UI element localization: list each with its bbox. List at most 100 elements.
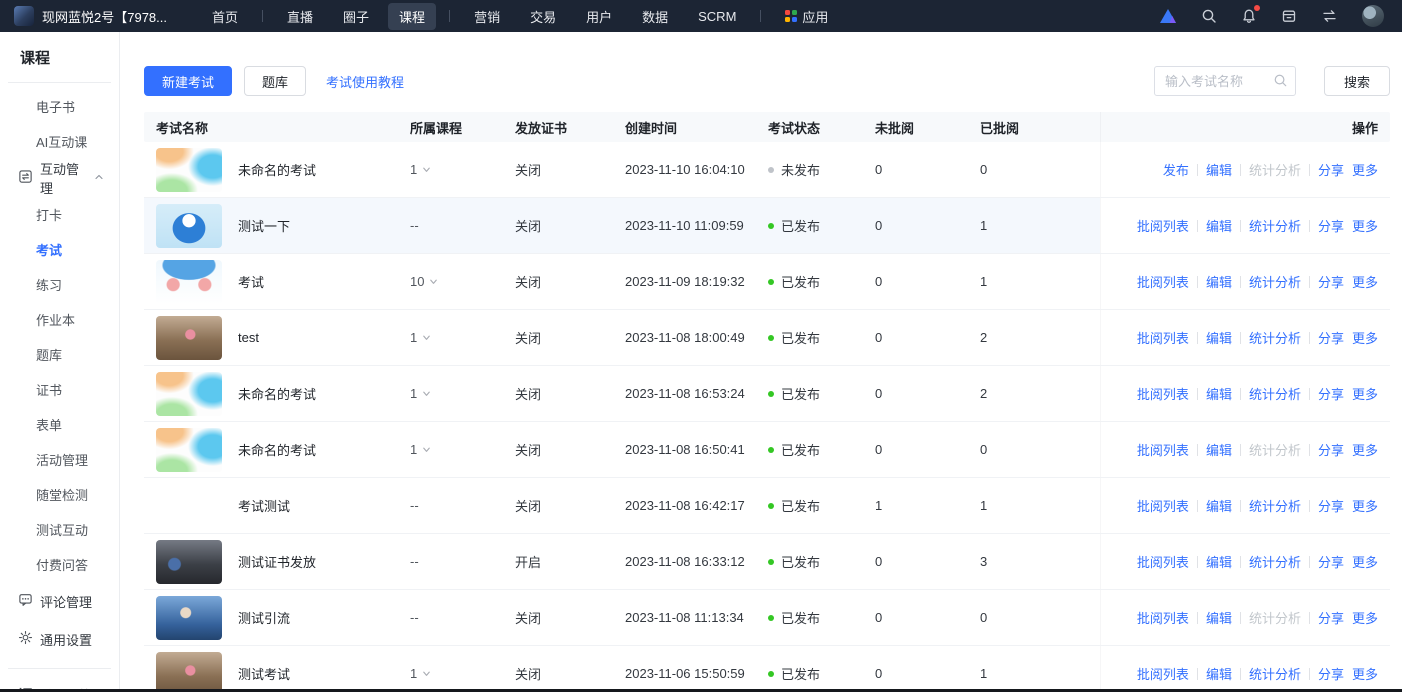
nav-item-3[interactable]: 圈子 (332, 3, 380, 30)
action-more[interactable]: 更多 (1352, 496, 1378, 515)
nav-item-12[interactable]: 应用 (774, 3, 839, 30)
nav-item-6[interactable]: 营销 (463, 3, 511, 30)
nav-item-10[interactable]: SCRM (687, 5, 747, 28)
new-exam-button[interactable]: 新建考试 (144, 66, 232, 96)
column-header-0: 考试名称 (156, 118, 410, 137)
action-review-list[interactable]: 批阅列表 (1137, 216, 1189, 235)
action-more[interactable]: 更多 (1352, 608, 1378, 627)
action-share[interactable]: 分享 (1318, 664, 1344, 683)
sidebar-group-14[interactable]: 评论管理 (0, 582, 119, 620)
action-separator (1197, 500, 1198, 512)
workbench-icon[interactable] (1281, 8, 1297, 24)
action-share[interactable]: 分享 (1318, 160, 1344, 179)
action-review-list[interactable]: 批阅列表 (1137, 384, 1189, 403)
action-more[interactable]: 更多 (1352, 384, 1378, 403)
course-count-dropdown[interactable]: 1 (410, 162, 515, 177)
action-publish[interactable]: 发布 (1163, 160, 1189, 179)
status-dot-icon (768, 391, 774, 397)
question-bank-button[interactable]: 题库 (244, 66, 306, 96)
sidebar-item-3[interactable]: 打卡 (0, 197, 119, 232)
action-edit[interactable]: 编辑 (1206, 160, 1232, 179)
action-stats-analysis[interactable]: 统计分析 (1249, 328, 1301, 347)
action-more[interactable]: 更多 (1352, 160, 1378, 179)
app-logo[interactable] (14, 6, 34, 26)
sidebar-item-9[interactable]: 表单 (0, 407, 119, 442)
nav-item-2[interactable]: 直播 (276, 3, 324, 30)
action-review-list[interactable]: 批阅列表 (1137, 664, 1189, 683)
sidebar-item-10[interactable]: 活动管理 (0, 442, 119, 477)
action-stats-analysis[interactable]: 统计分析 (1249, 552, 1301, 571)
action-review-list[interactable]: 批阅列表 (1137, 440, 1189, 459)
action-edit[interactable]: 编辑 (1206, 384, 1232, 403)
action-stats-analysis[interactable]: 统计分析 (1249, 216, 1301, 235)
sidebar-group-15[interactable]: 通用设置 (0, 620, 119, 658)
action-share[interactable]: 分享 (1318, 496, 1344, 515)
action-review-list[interactable]: 批阅列表 (1137, 496, 1189, 515)
nav-item-8[interactable]: 用户 (575, 3, 623, 30)
sidebar-item-11[interactable]: 随堂检测 (0, 477, 119, 512)
action-share[interactable]: 分享 (1318, 216, 1344, 235)
action-more[interactable]: 更多 (1352, 440, 1378, 459)
sidebar-item-1[interactable]: AI互动课 (0, 124, 119, 159)
sidebar-item-0[interactable]: 电子书 (0, 89, 119, 124)
sidebar-item-6[interactable]: 作业本 (0, 302, 119, 337)
action-edit[interactable]: 编辑 (1206, 272, 1232, 291)
action-share[interactable]: 分享 (1318, 440, 1344, 459)
brand-triangle-icon[interactable] (1159, 8, 1177, 24)
action-more[interactable]: 更多 (1352, 272, 1378, 291)
action-stats-analysis[interactable]: 统计分析 (1249, 496, 1301, 515)
action-edit[interactable]: 编辑 (1206, 664, 1232, 683)
search-button[interactable]: 搜索 (1324, 66, 1390, 96)
action-edit[interactable]: 编辑 (1206, 328, 1232, 347)
action-stats-analysis[interactable]: 统计分析 (1249, 664, 1301, 683)
action-share[interactable]: 分享 (1318, 272, 1344, 291)
sidebar-item-4[interactable]: 考试 (0, 232, 119, 267)
action-more[interactable]: 更多 (1352, 552, 1378, 571)
action-review-list[interactable]: 批阅列表 (1137, 552, 1189, 571)
action-review-list[interactable]: 批阅列表 (1137, 608, 1189, 627)
action-more[interactable]: 更多 (1352, 664, 1378, 683)
course-count-dropdown[interactable]: 10 (410, 274, 515, 289)
sidebar-item-12[interactable]: 测试互动 (0, 512, 119, 547)
sidebar-item-8[interactable]: 证书 (0, 372, 119, 407)
exam-thumbnail (156, 260, 222, 304)
sidebar-item-5[interactable]: 练习 (0, 267, 119, 302)
bell-icon[interactable] (1241, 8, 1257, 24)
action-stats-analysis[interactable]: 统计分析 (1249, 272, 1301, 291)
nav-item-0[interactable]: 首页 (201, 3, 249, 30)
action-edit[interactable]: 编辑 (1206, 440, 1232, 459)
action-share[interactable]: 分享 (1318, 608, 1344, 627)
exam-name: test (238, 330, 259, 345)
nav-item-9[interactable]: 数据 (631, 3, 679, 30)
course-count: 1 (410, 666, 417, 681)
sidebar-item-7[interactable]: 题库 (0, 337, 119, 372)
search-icon[interactable] (1201, 8, 1217, 24)
action-separator (1309, 556, 1310, 568)
action-share[interactable]: 分享 (1318, 328, 1344, 347)
action-edit[interactable]: 编辑 (1206, 552, 1232, 571)
action-separator (1197, 276, 1198, 288)
course-count-dropdown[interactable]: 1 (410, 386, 515, 401)
action-share[interactable]: 分享 (1318, 552, 1344, 571)
switch-account-icon[interactable] (1321, 8, 1338, 24)
course-count-dropdown[interactable]: 1 (410, 442, 515, 457)
action-review-list[interactable]: 批阅列表 (1137, 328, 1189, 347)
sidebar-group-2[interactable]: 互动管理 (0, 159, 119, 197)
action-edit[interactable]: 编辑 (1206, 496, 1232, 515)
nav-item-4[interactable]: 课程 (388, 3, 436, 30)
action-stats-analysis[interactable]: 统计分析 (1249, 384, 1301, 403)
nav-item-label: 营销 (474, 7, 500, 26)
user-avatar[interactable] (1362, 5, 1384, 27)
exam-name-cell: 测试引流 (156, 596, 410, 640)
exam-tutorial-link[interactable]: 考试使用教程 (326, 72, 404, 91)
course-count-dropdown[interactable]: 1 (410, 330, 515, 345)
course-count-dropdown[interactable]: 1 (410, 666, 515, 681)
action-share[interactable]: 分享 (1318, 384, 1344, 403)
action-more[interactable]: 更多 (1352, 328, 1378, 347)
action-edit[interactable]: 编辑 (1206, 216, 1232, 235)
nav-item-7[interactable]: 交易 (519, 3, 567, 30)
action-review-list[interactable]: 批阅列表 (1137, 272, 1189, 291)
action-edit[interactable]: 编辑 (1206, 608, 1232, 627)
action-more[interactable]: 更多 (1352, 216, 1378, 235)
sidebar-item-13[interactable]: 付费问答 (0, 547, 119, 582)
